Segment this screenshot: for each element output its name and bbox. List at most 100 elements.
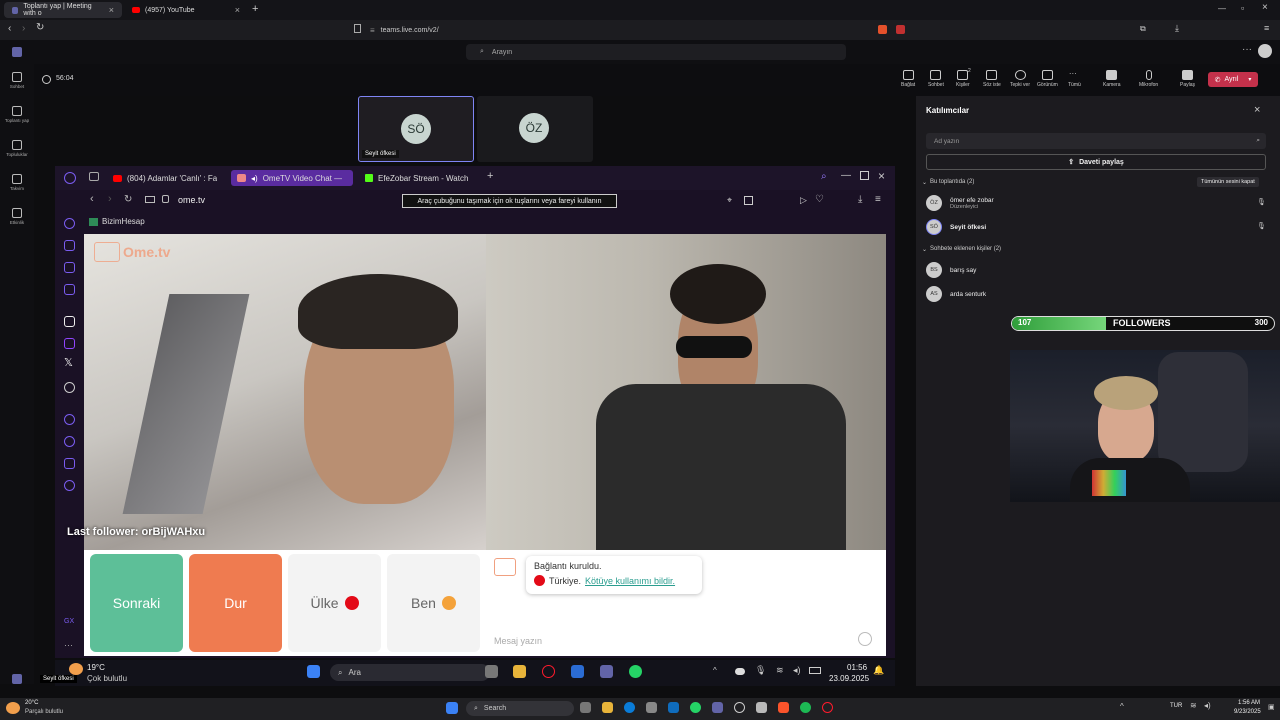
toolbar-connect[interactable]: Bağlat <box>901 70 915 88</box>
toolbar-mic[interactable]: Mikrofon <box>1139 70 1158 88</box>
more-options-icon[interactable]: ··· <box>1242 44 1252 55</box>
battery-icon[interactable] <box>809 667 821 674</box>
chevron-up-icon[interactable]: ^ <box>713 666 717 675</box>
share-invite-button[interactable]: ⇪ Daveti paylaş <box>926 154 1266 170</box>
back-icon[interactable]: ‹ <box>8 23 11 34</box>
edge-icon[interactable] <box>624 702 635 713</box>
wifi-icon[interactable]: ≋ <box>776 665 784 676</box>
toolbar-react[interactable]: Tepki ver <box>1010 70 1030 88</box>
close-tab-icon[interactable]: × <box>235 5 240 15</box>
discord-icon[interactable] <box>64 382 75 393</box>
panel-search-input[interactable]: Ad yazın ⌕ <box>926 133 1266 149</box>
messenger-icon[interactable] <box>64 284 75 295</box>
maximize-icon[interactable]: ▫ <box>1241 3 1244 13</box>
whatsapp-icon[interactable] <box>690 702 701 713</box>
rail-item-communities[interactable]: Topluluklar <box>0 140 34 157</box>
history-icon[interactable] <box>64 436 75 447</box>
mic-icon[interactable]: 🎙 <box>755 665 766 676</box>
browser-tab-youtube[interactable]: (4957) YouTube × <box>124 2 248 18</box>
notification-icon[interactable]: ▣ <box>1268 703 1275 711</box>
rail-item-meet[interactable]: Toplantı yap <box>0 106 34 123</box>
country-button[interactable]: Ülke <box>288 554 381 652</box>
chevron-down-icon[interactable]: ⌄ <box>922 246 927 253</box>
toolbar-share[interactable]: Paylaş <box>1180 70 1195 88</box>
player-icon[interactable] <box>64 414 75 425</box>
task-view-icon[interactable] <box>485 665 498 678</box>
spotify-icon[interactable] <box>800 702 811 713</box>
back-icon[interactable]: ‹ <box>90 193 94 205</box>
inner-url[interactable]: ome.tv <box>178 195 205 205</box>
x-twitter-icon[interactable]: 𝕏 <box>64 356 73 369</box>
rail-item-activity[interactable]: Etkinlik <box>0 208 34 225</box>
settings-icon[interactable] <box>64 480 75 491</box>
site-info-icon[interactable]: ≡ <box>370 26 375 35</box>
teams-search-input[interactable]: ⌕ Arayın <box>466 44 846 60</box>
windows-start-icon[interactable] <box>307 665 320 678</box>
bookmark-icon[interactable] <box>354 24 361 33</box>
chevron-down-icon[interactable]: ▾ <box>1248 76 1251 83</box>
twitch-icon[interactable] <box>64 338 75 349</box>
pin-icon[interactable]: ⌖ <box>727 195 732 206</box>
close-tab-icon[interactable]: × <box>109 5 114 15</box>
extensions-icon[interactable]: ⧉ <box>1140 24 1146 34</box>
minimize-icon[interactable]: — <box>1218 4 1226 13</box>
chat-icon[interactable] <box>64 458 75 469</box>
mic-icon[interactable]: 🎙 <box>1257 222 1266 230</box>
opera-logo-icon[interactable] <box>64 172 76 184</box>
close-window-icon[interactable]: × <box>1262 2 1268 13</box>
onedrive-icon[interactable] <box>735 668 745 675</box>
rail-item-calendar[interactable]: Takvim <box>0 174 34 191</box>
inner-tab-youtube[interactable]: (804) Adamlar 'Canlı' : Fa <box>107 170 227 186</box>
file-explorer-icon[interactable] <box>602 702 613 713</box>
gender-button[interactable]: Ben <box>387 554 480 652</box>
download-icon[interactable]: ⤓ <box>1175 23 1179 34</box>
forward-icon[interactable]: › <box>22 23 25 34</box>
browser-tab-teams[interactable]: Toplantı yap | Meeting with o × <box>4 2 122 18</box>
leave-button[interactable]: ✆ Ayrıl ▾ <box>1208 72 1258 87</box>
participant-row[interactable]: SÖ Seyit öfkesi <box>926 219 986 235</box>
taskbar-search[interactable]: ⌕ Search <box>466 701 574 716</box>
close-window-icon[interactable]: × <box>878 169 885 183</box>
emoji-icon[interactable] <box>858 632 872 646</box>
windows-start-icon[interactable] <box>446 702 458 714</box>
tab-islands-icon[interactable] <box>89 172 99 181</box>
mic-icon[interactable]: 🎙 <box>1257 198 1266 206</box>
outlook-icon[interactable] <box>668 702 679 713</box>
bag-icon[interactable] <box>64 240 75 251</box>
inner-tab-ometv[interactable]: ◂) OmeTV Video Chat — <box>231 170 353 186</box>
toolbar-raise-hand[interactable]: Söz iste <box>983 70 1001 88</box>
menu-icon[interactable]: ≡ <box>875 194 881 205</box>
taskbar-search[interactable]: ⌕ Ara <box>330 664 490 681</box>
avatar[interactable] <box>1258 44 1272 58</box>
participant-row[interactable]: AS arda senturk <box>926 286 986 302</box>
flash-icon[interactable] <box>64 316 75 327</box>
forward-icon[interactable]: › <box>108 193 112 205</box>
copilot-icon[interactable] <box>12 674 22 684</box>
toolbar-view[interactable]: Görünüm <box>1037 70 1058 88</box>
maximize-icon[interactable] <box>860 171 869 180</box>
whatsapp-icon[interactable] <box>629 665 642 678</box>
brave-rewards-icon[interactable] <box>896 25 905 34</box>
settings-icon[interactable] <box>756 702 767 713</box>
heart-icon[interactable]: ♡ <box>815 194 824 205</box>
chevron-down-icon[interactable]: ⌄ <box>922 179 927 186</box>
inner-tab-kick[interactable]: EfeZobar Stream - Watch <box>359 170 483 186</box>
toolbar-chat[interactable]: Sohbet <box>928 70 944 88</box>
new-tab-button[interactable]: + <box>252 3 258 15</box>
snapshot-icon[interactable] <box>744 196 753 205</box>
chevron-up-icon[interactable]: ^ <box>1120 702 1124 711</box>
opera-icon[interactable] <box>542 665 555 678</box>
menu-icon[interactable]: ≡ <box>1264 23 1269 33</box>
new-tab-button[interactable]: + <box>487 170 493 182</box>
participant-tile-oz[interactable]: ÖZ <box>477 96 593 162</box>
brave-icon[interactable] <box>778 702 789 713</box>
minimize-icon[interactable]: — <box>841 170 851 181</box>
task-view-icon[interactable] <box>580 702 591 713</box>
play-icon[interactable]: ▷ <box>800 195 807 206</box>
participant-row[interactable]: ÖZ ömer efe zobar Düzenleyici <box>926 195 994 211</box>
obs-icon[interactable] <box>734 702 745 713</box>
opera-icon[interactable] <box>822 702 833 713</box>
download-icon[interactable]: ⤓ <box>858 194 862 205</box>
mute-all-button[interactable]: Tümünün sesini kapat <box>1197 177 1259 187</box>
crypto-icon[interactable] <box>64 262 75 273</box>
